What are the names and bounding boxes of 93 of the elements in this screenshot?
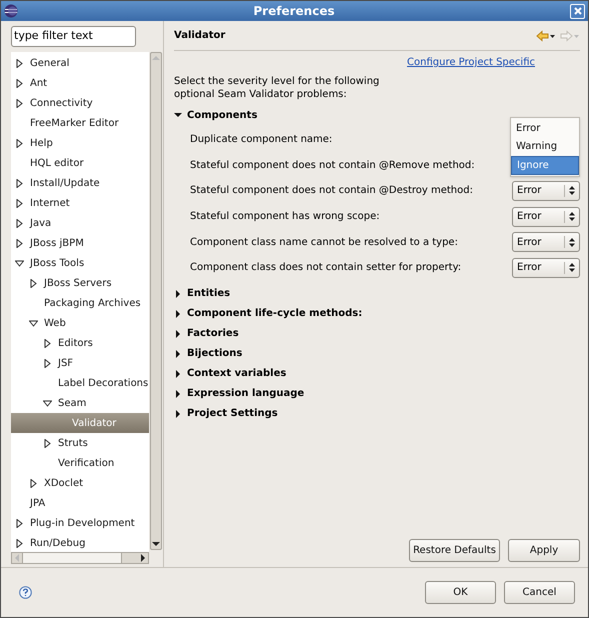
collapsed-arrow-icon[interactable] <box>174 350 182 358</box>
spinner-arrows-icon <box>569 186 575 196</box>
configure-link[interactable]: Configure Project Specific <box>407 55 535 73</box>
severity-dropdown[interactable]: Error <box>512 232 580 252</box>
spinner-arrows-icon <box>569 263 575 272</box>
scrollbar-thumb[interactable] <box>22 553 122 563</box>
collapsed-arrow-icon[interactable] <box>174 390 182 398</box>
problem-label: Component class does not contain setter for property: <box>190 261 462 276</box>
tree-item[interactable]: XDoclet <box>11 473 149 493</box>
page-title: Validator <box>174 29 226 43</box>
tree-item[interactable]: General <box>11 53 149 73</box>
tree-item[interactable]: Validator <box>11 413 149 433</box>
tree-item[interactable]: Packaging Archives <box>11 293 149 313</box>
section-header[interactable]: Entities <box>174 284 580 304</box>
collapsed-arrow-icon[interactable] <box>15 518 24 528</box>
section-header[interactable]: Expression language <box>174 384 580 404</box>
tree-item[interactable]: Plug-in Development <box>11 513 149 533</box>
collapsed-arrow-icon[interactable] <box>15 218 24 228</box>
collapsed-arrow-icon[interactable] <box>15 198 24 208</box>
cancel-button[interactable]: Cancel <box>504 581 575 604</box>
collapsed-arrow-icon[interactable] <box>174 370 182 378</box>
tree-item[interactable]: Help <box>11 133 149 153</box>
expanded-arrow-icon[interactable] <box>15 258 24 268</box>
collapsed-arrow-icon[interactable] <box>43 338 52 348</box>
window-title: Preferences <box>252 3 336 20</box>
collapsed-arrow-icon[interactable] <box>29 278 38 288</box>
down-arrow-icon[interactable] <box>152 539 160 549</box>
collapsed-arrow-icon[interactable] <box>15 538 24 548</box>
collapsed-arrow-icon[interactable] <box>174 310 182 318</box>
collapsed-arrow-icon[interactable] <box>15 138 24 148</box>
collapsed-arrow-icon[interactable] <box>174 330 182 338</box>
collapsed-arrow-icon[interactable] <box>15 178 24 188</box>
severity-dropdown[interactable]: Error <box>512 258 580 278</box>
tree-item[interactable]: Java <box>11 213 149 233</box>
section-header[interactable]: Component life-cycle methods: <box>174 304 580 324</box>
problem-label: Stateful component does not contain @Remove method: <box>190 158 475 173</box>
section-header[interactable]: Bijections <box>174 344 580 364</box>
tree-item[interactable]: Seam <box>11 393 149 413</box>
spinner-arrows-icon <box>569 212 575 222</box>
tree-item[interactable]: JBoss jBPM <box>11 233 149 253</box>
vertical-scrollbar[interactable] <box>150 52 162 550</box>
tree-item[interactable]: Web <box>11 313 149 333</box>
tree-item[interactable]: JSF <box>11 353 149 373</box>
tree-item[interactable]: JBoss Servers <box>11 273 149 293</box>
tree-item[interactable]: Label Decorations <box>11 373 149 393</box>
tree-item[interactable]: Ant <box>11 73 149 93</box>
tree-item[interactable]: Internet <box>11 193 149 213</box>
collapsed-arrow-icon[interactable] <box>174 410 182 418</box>
severity-dropdown[interactable]: Error <box>512 180 580 201</box>
section-header[interactable]: Project Settings <box>174 404 580 424</box>
apply-button[interactable]: Apply <box>508 539 580 562</box>
collapsed-arrow-icon[interactable] <box>15 58 24 68</box>
tree-item[interactable]: Struts <box>11 433 149 453</box>
collapsed-arrow-icon[interactable] <box>43 438 52 448</box>
collapsed-arrow-icon[interactable] <box>29 478 38 488</box>
tree-item[interactable]: FreeMarker Editor <box>11 113 149 133</box>
tree-item[interactable]: JBoss Tools <box>11 253 149 273</box>
restore-defaults-button[interactable]: Restore Defaults <box>409 539 500 562</box>
problem-label: Component class name cannot be resolved to a type: <box>190 236 458 250</box>
tree-item[interactable]: Install/Update <box>11 173 149 193</box>
section-header[interactable]: Context variables <box>174 364 580 384</box>
expanded-arrow-icon[interactable] <box>174 111 182 119</box>
dropdown-option[interactable]: Ignore <box>511 156 579 174</box>
collapsed-arrow-icon[interactable] <box>15 78 24 88</box>
collapsed-arrow-icon[interactable] <box>174 290 182 298</box>
dropdown-option[interactable]: Warning <box>511 138 579 156</box>
collapsed-arrow-icon[interactable] <box>43 358 52 368</box>
tree-item[interactable]: JPA <box>11 493 149 513</box>
tree-item[interactable]: HQL editor <box>11 153 149 173</box>
ok-button[interactable]: OK <box>425 581 496 604</box>
section-header[interactable]: Factories <box>174 324 580 344</box>
right-arrow-icon[interactable] <box>138 554 148 562</box>
close-icon <box>574 7 582 15</box>
problem-label: Duplicate component name: <box>190 133 332 148</box>
help-icon[interactable] <box>19 586 32 599</box>
severity-dropdown[interactable]: Error <box>512 206 580 227</box>
horizontal-scrollbar[interactable] <box>11 552 149 564</box>
spinner-arrows-icon <box>569 238 575 247</box>
close-button[interactable] <box>570 4 585 18</box>
problem-label: Stateful component does not contain @Destroy method: <box>190 184 473 198</box>
filter-field[interactable]: type filter text <box>11 26 136 47</box>
tree-item[interactable]: Connectivity <box>11 93 149 113</box>
collapsed-arrow-icon[interactable] <box>15 238 24 248</box>
app-logo-icon <box>4 4 18 18</box>
tree-item[interactable]: Editors <box>11 333 149 353</box>
description-text: Select the severity level for the following optional Seam Validator problems: <box>174 75 380 101</box>
back-arrow-icon[interactable] <box>536 30 556 42</box>
tree-item[interactable]: Verification <box>11 453 149 473</box>
expanded-arrow-icon[interactable] <box>43 398 52 408</box>
tree-item[interactable]: Run/Debug <box>11 533 149 552</box>
collapsed-arrow-icon[interactable] <box>15 98 24 108</box>
expanded-arrow-icon[interactable] <box>29 318 38 328</box>
problem-label: Stateful component has wrong scope: <box>190 210 380 224</box>
